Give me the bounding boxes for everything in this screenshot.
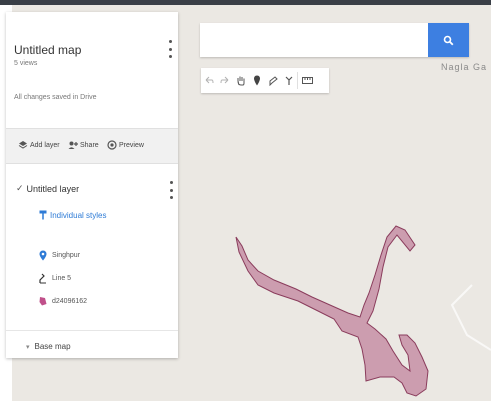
map-side-panel: Untitled map 5 views All changes saved i… <box>6 12 178 358</box>
preview-label: Preview <box>119 141 144 149</box>
map-place-label: Nagla Ga <box>441 62 488 72</box>
marker-icon <box>254 75 260 86</box>
base-map-toggle[interactable]: ▾ Base map <box>26 342 71 351</box>
directions-icon <box>285 76 293 85</box>
layer-header[interactable]: ✓ Untitled layer <box>16 183 79 194</box>
hand-icon <box>237 76 245 86</box>
preview-icon <box>107 140 117 150</box>
add-directions-tool[interactable] <box>281 68 297 93</box>
draw-line-tool[interactable] <box>265 68 281 93</box>
add-layer-icon <box>18 141 28 149</box>
map-road-line <box>450 284 491 351</box>
drawn-polygon[interactable] <box>235 225 429 397</box>
chevron-down-icon: ▾ <box>26 343 30 351</box>
feature-label: Singhpur <box>52 252 81 259</box>
individual-styles-label: Individual styles <box>50 210 107 220</box>
layer-visibility-checkbox[interactable]: ✓ <box>16 183 24 194</box>
map-actions-bar: Add layer Share Preview <box>6 128 178 164</box>
select-pan-tool[interactable] <box>233 68 249 93</box>
layer-options-menu-icon[interactable] <box>167 181 175 199</box>
feature-item-singhpur[interactable]: Singhpur <box>39 250 80 261</box>
share-label: Share <box>80 141 99 149</box>
preview-button[interactable]: Preview <box>107 140 144 150</box>
search-input[interactable] <box>200 23 444 57</box>
add-layer-label: Add layer <box>30 141 60 149</box>
ruler-icon <box>301 77 313 84</box>
draw-line-icon <box>269 76 278 86</box>
add-marker-tool[interactable] <box>249 68 265 93</box>
base-map-label: Base map <box>34 342 71 351</box>
save-status: All changes saved in Drive <box>14 94 97 101</box>
window-bottom-edge <box>0 401 491 406</box>
layer-name[interactable]: Untitled layer <box>27 184 80 194</box>
redo-icon <box>220 76 229 83</box>
undo-icon <box>205 76 214 83</box>
feature-label: Line 5 <box>52 275 72 282</box>
panel-divider <box>6 330 178 331</box>
feature-item-line-5[interactable]: Line 5 <box>39 273 71 284</box>
map-toolbar <box>201 68 329 93</box>
feature-label: d24096162 <box>52 297 88 305</box>
undo-button[interactable] <box>201 68 217 93</box>
line-icon <box>39 273 46 284</box>
search-icon <box>443 35 454 45</box>
map-view-count: 5 views <box>14 60 38 67</box>
paint-roller-icon <box>39 210 47 220</box>
feature-item-polygon[interactable]: d24096162 <box>39 296 87 306</box>
marker-icon <box>39 250 47 261</box>
search-button[interactable] <box>428 23 469 57</box>
search-box <box>200 23 469 57</box>
measure-tool[interactable] <box>298 68 316 93</box>
share-button[interactable]: Share <box>68 140 99 150</box>
add-layer-button[interactable]: Add layer <box>18 140 60 150</box>
redo-button[interactable] <box>217 68 233 93</box>
map-options-menu-icon[interactable] <box>166 40 174 58</box>
polygon-icon <box>39 297 47 306</box>
individual-styles-link[interactable]: Individual styles <box>39 210 106 220</box>
share-icon <box>68 141 78 149</box>
map-title[interactable]: Untitled map <box>14 43 81 57</box>
